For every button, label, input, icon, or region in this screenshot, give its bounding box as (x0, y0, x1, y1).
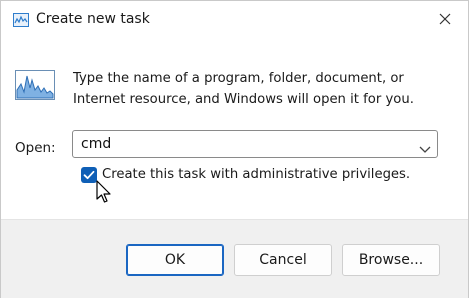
description-line-2: Internet resource, and Windows will open… (73, 92, 414, 107)
close-button[interactable] (422, 1, 468, 37)
chevron-down-icon[interactable] (419, 139, 431, 153)
description-text: Type the name of a program, folder, docu… (73, 68, 453, 110)
cancel-button[interactable]: Cancel (234, 244, 332, 276)
task-manager-icon (13, 12, 29, 27)
description-line-1: Type the name of a program, folder, docu… (73, 71, 404, 86)
open-label: Open: (15, 140, 56, 156)
window-title: Create new task (36, 11, 150, 27)
ok-button[interactable]: OK (126, 244, 224, 276)
create-new-task-dialog: Create new task Type the name of a progr… (0, 0, 469, 298)
button-bar: OK Cancel Browse... (1, 219, 468, 298)
open-input[interactable]: cmd (81, 135, 111, 153)
title-bar[interactable]: Create new task (1, 1, 468, 37)
mouse-pointer-icon (96, 180, 112, 204)
open-combobox[interactable]: cmd (72, 130, 438, 158)
browse-button[interactable]: Browse... (342, 244, 440, 276)
admin-privileges-checkbox[interactable] (81, 167, 97, 183)
close-icon (439, 10, 451, 29)
performance-graph-icon (15, 70, 55, 100)
admin-privileges-label[interactable]: Create this task with administrative pri… (102, 166, 410, 184)
dialog-body: Type the name of a program, folder, docu… (1, 37, 468, 219)
